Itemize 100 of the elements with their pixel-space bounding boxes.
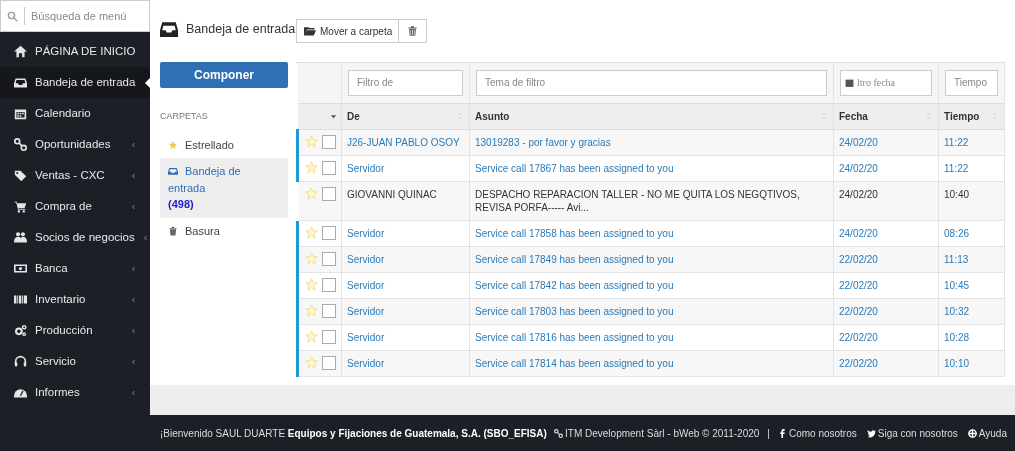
star-icon bbox=[305, 226, 318, 239]
search-icon bbox=[7, 10, 18, 22]
table-cell[interactable]: Servidor bbox=[341, 298, 470, 324]
table-cell: 24/02/20 bbox=[833, 129, 939, 155]
checkbox[interactable] bbox=[322, 186, 336, 201]
delete-button[interactable] bbox=[399, 19, 428, 43]
inbox-icon bbox=[14, 76, 27, 89]
credit-link[interactable]: ITM Development Sàrl - bWeb © 2011-2020 bbox=[554, 425, 760, 441]
folder-item[interactable]: Estrellado bbox=[160, 131, 288, 158]
table-cell: 22/02/20 bbox=[833, 350, 939, 376]
table-cell: 22/02/20 bbox=[833, 298, 939, 324]
table-cell: 24/02/20 bbox=[833, 155, 939, 181]
table-cell: 10:40 bbox=[938, 181, 1005, 220]
table-cell[interactable]: Service call 17816 has been assigned to you bbox=[469, 324, 834, 350]
table-cell: 22/02/20 bbox=[833, 324, 939, 350]
table-cell: 10:10 bbox=[938, 350, 1005, 376]
checkbox[interactable] bbox=[322, 225, 336, 240]
footer-link[interactable]: Ayuda bbox=[967, 425, 1007, 441]
table-cell: 22/02/20 bbox=[833, 246, 939, 272]
table-cell: 10:45 bbox=[938, 272, 1005, 298]
trash-icon bbox=[168, 225, 178, 236]
table-cell[interactable]: Service call 17842 has been assigned to you bbox=[469, 272, 834, 298]
folder-item[interactable]: Bandeja de entrada (498) bbox=[160, 158, 288, 218]
table-cell: 11:22 bbox=[938, 129, 1005, 155]
bird-icon bbox=[866, 428, 876, 438]
star-icon bbox=[168, 139, 178, 150]
checkbox[interactable] bbox=[322, 303, 336, 318]
folders-heading: CARPETAS bbox=[160, 110, 209, 123]
tag-icon bbox=[14, 169, 27, 182]
calendar-icon bbox=[845, 77, 854, 88]
table-cell[interactable]: Service call 17858 has been assigned to you bbox=[469, 220, 834, 246]
table-cell[interactable]: Service call 17814 has been assigned to you bbox=[469, 350, 834, 376]
table-cell[interactable]: Servidor bbox=[341, 324, 470, 350]
table-cell: 08:26 bbox=[938, 220, 1005, 246]
star-icon bbox=[305, 187, 318, 200]
inbox-icon bbox=[160, 20, 178, 38]
from-filter-field[interactable]: Filtro de bbox=[348, 69, 463, 96]
table-cell[interactable]: Servidor bbox=[341, 350, 470, 376]
home-icon bbox=[14, 45, 27, 58]
table-cell[interactable]: Service call 17867 has been assigned to you bbox=[469, 155, 834, 181]
table-cell: 24/02/20 bbox=[833, 181, 939, 220]
column-header[interactable]: Fecha bbox=[839, 108, 868, 124]
column-header[interactable]: De bbox=[347, 108, 360, 124]
page-title: Bandeja de entrada bbox=[186, 20, 296, 38]
move-to-folder-button[interactable]: Mover a carpeta bbox=[296, 19, 400, 43]
gears-icon bbox=[14, 324, 27, 337]
star-icon bbox=[305, 356, 318, 369]
welcome-text: ¡Bienvenido SAUL DUARTE Equipos y Fijaciones de Guatemala, S.A. (SBO_EFISA) bbox=[160, 426, 548, 441]
table-cell[interactable]: Servidor bbox=[341, 246, 470, 272]
folder-item[interactable]: Basura bbox=[160, 217, 288, 244]
table-cell[interactable]: Servidor bbox=[341, 272, 470, 298]
dashboard-icon bbox=[14, 386, 27, 399]
inbox-icon bbox=[168, 166, 178, 176]
table-cell[interactable]: J26-JUAN PABLO OSOY bbox=[341, 129, 470, 155]
column-header[interactable]: Asunto bbox=[475, 108, 510, 124]
star-icon bbox=[305, 161, 318, 174]
cart-icon bbox=[14, 200, 27, 213]
table-cell: 22/02/20 bbox=[833, 272, 939, 298]
checkbox[interactable] bbox=[322, 329, 336, 344]
footer-link[interactable]: Siga con nosotros bbox=[866, 425, 958, 441]
sort-icon bbox=[991, 111, 999, 121]
checkbox[interactable] bbox=[322, 251, 336, 266]
link-icon bbox=[14, 138, 27, 151]
sort-icon bbox=[820, 111, 828, 121]
table-cell[interactable]: GIOVANNI QUINAC bbox=[341, 181, 470, 220]
checkbox[interactable] bbox=[322, 160, 336, 175]
table-cell[interactable]: 13019283 - por favor y gracias bbox=[469, 129, 834, 155]
table-cell[interactable]: Servidor bbox=[341, 220, 470, 246]
people-icon bbox=[14, 231, 27, 244]
star-icon bbox=[305, 278, 318, 291]
trash-icon bbox=[407, 25, 419, 37]
star-icon bbox=[305, 252, 318, 265]
link-icon bbox=[554, 428, 563, 438]
sidebar-item[interactable]: Bandeja de entrada bbox=[0, 67, 150, 98]
footer-link[interactable]: Como nosotros bbox=[777, 425, 857, 441]
compose-button[interactable]: Componer bbox=[160, 62, 288, 88]
star-icon bbox=[305, 330, 318, 343]
subject-filter-field[interactable]: Tema de filtro bbox=[476, 69, 827, 96]
time-filter-field[interactable]: Tiempo bbox=[945, 69, 998, 96]
checkbox[interactable] bbox=[322, 277, 336, 292]
banknote-icon bbox=[14, 262, 27, 275]
date-filter-field[interactable]: ltro fecha bbox=[840, 69, 932, 96]
checkbox[interactable] bbox=[322, 134, 336, 149]
headset-icon bbox=[14, 355, 27, 368]
sort-icon bbox=[456, 111, 464, 121]
table-cell: 10:28 bbox=[938, 324, 1005, 350]
table-cell[interactable]: Service call 17803 has been assigned to you bbox=[469, 298, 834, 324]
column-header[interactable]: Tiempo bbox=[944, 108, 980, 124]
star-icon bbox=[305, 135, 318, 148]
star-icon bbox=[305, 304, 318, 317]
help-icon bbox=[967, 428, 977, 438]
selection-pointer bbox=[145, 77, 151, 89]
search-field[interactable]: Búsqueda de menú bbox=[31, 7, 141, 25]
barcode-icon bbox=[14, 293, 27, 306]
calendar-icon bbox=[14, 107, 27, 120]
checkbox[interactable] bbox=[322, 355, 336, 370]
search-box[interactable]: Búsqueda de menú bbox=[0, 0, 150, 32]
table-cell[interactable]: DESPACHO REPARACION TALLER - NO ME QUITA LOS NEGQTIVOS, REVISA PORFA----- Avi... bbox=[469, 181, 834, 220]
table-cell[interactable]: Servidor bbox=[341, 155, 470, 181]
table-cell[interactable]: Service call 17849 has been assigned to you bbox=[469, 246, 834, 272]
